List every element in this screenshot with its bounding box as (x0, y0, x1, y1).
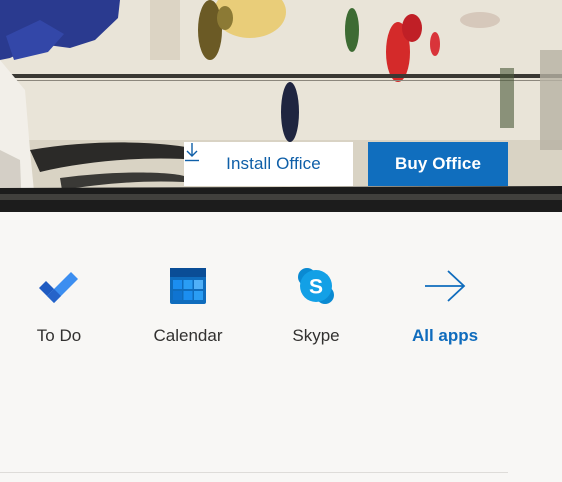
all-apps-link[interactable]: All apps (385, 262, 505, 346)
app-tile-skype[interactable]: S Skype (256, 262, 376, 346)
app-label-skype: Skype (292, 326, 340, 345)
buy-office-label: Buy Office (394, 154, 482, 173)
calendar-icon (164, 262, 212, 310)
todo-icon (35, 262, 83, 310)
app-label-todo: To Do (36, 326, 82, 345)
app-label-all-apps: All apps (411, 326, 479, 345)
app-label-calendar: Calendar (153, 326, 223, 345)
install-office-label: Install Office (226, 154, 321, 173)
arrow-right-icon (421, 262, 469, 310)
app-tile-calendar[interactable]: Calendar (128, 262, 248, 346)
svg-text:S: S (309, 276, 323, 299)
section-divider (0, 472, 508, 473)
hero-actions: Install Office Buy Office (184, 142, 508, 186)
skype-icon: S (292, 262, 340, 310)
buy-office-button[interactable]: Buy Office (368, 142, 508, 186)
install-office-button[interactable]: Install Office (184, 142, 353, 186)
hero-banner: Install Office Buy Office (0, 0, 562, 212)
app-tile-todo[interactable]: To Do (0, 262, 119, 346)
